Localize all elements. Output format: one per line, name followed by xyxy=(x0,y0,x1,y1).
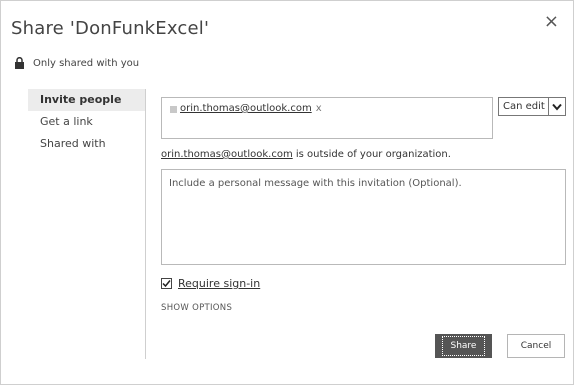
sidebar-item-get-a-link[interactable]: Get a link xyxy=(28,111,145,133)
require-signin-label[interactable]: Require sign-in xyxy=(178,277,260,290)
recipient-email-link[interactable]: orin.thomas@outlook.com xyxy=(180,103,312,114)
sidebar-item-invite-people[interactable]: Invite people xyxy=(28,89,145,111)
dialog-title: Share 'DonFunkExcel' xyxy=(11,18,210,39)
close-icon[interactable]: × xyxy=(544,13,559,31)
require-signin-row: Require sign-in xyxy=(161,277,260,290)
share-sidebar: Invite people Get a link Shared with xyxy=(28,89,146,359)
lock-icon xyxy=(15,57,24,69)
share-button[interactable]: Share xyxy=(435,334,492,358)
recipient-input[interactable]: orin.thomas@outlook.com x xyxy=(161,97,493,139)
remove-recipient-button[interactable]: x xyxy=(316,103,322,114)
permission-value: Can edit xyxy=(503,101,545,112)
sharing-status: Only shared with you xyxy=(14,57,139,69)
require-signin-checkbox[interactable] xyxy=(161,278,172,289)
sharing-status-text: Only shared with you xyxy=(33,57,140,69)
recipient-chip: orin.thomas@outlook.com x xyxy=(180,103,322,114)
sidebar-item-shared-with[interactable]: Shared with xyxy=(28,133,145,155)
recipient-chip-icon xyxy=(170,106,177,113)
chevron-down-icon[interactable] xyxy=(548,98,565,115)
warning-email: orin.thomas@outlook.com xyxy=(161,149,293,160)
permission-select[interactable]: Can edit xyxy=(498,97,566,116)
cancel-button[interactable]: Cancel xyxy=(507,334,565,358)
warning-text: is outside of your organization. xyxy=(292,149,451,160)
show-options-link[interactable]: SHOW OPTIONS xyxy=(161,303,232,313)
external-user-warning: orin.thomas@outlook.com is outside of yo… xyxy=(161,149,451,160)
share-button-label: Share xyxy=(441,336,486,356)
personal-message-field[interactable]: Include a personal message with this inv… xyxy=(161,169,566,265)
share-dialog: Share 'DonFunkExcel' × Only shared with … xyxy=(0,0,574,385)
